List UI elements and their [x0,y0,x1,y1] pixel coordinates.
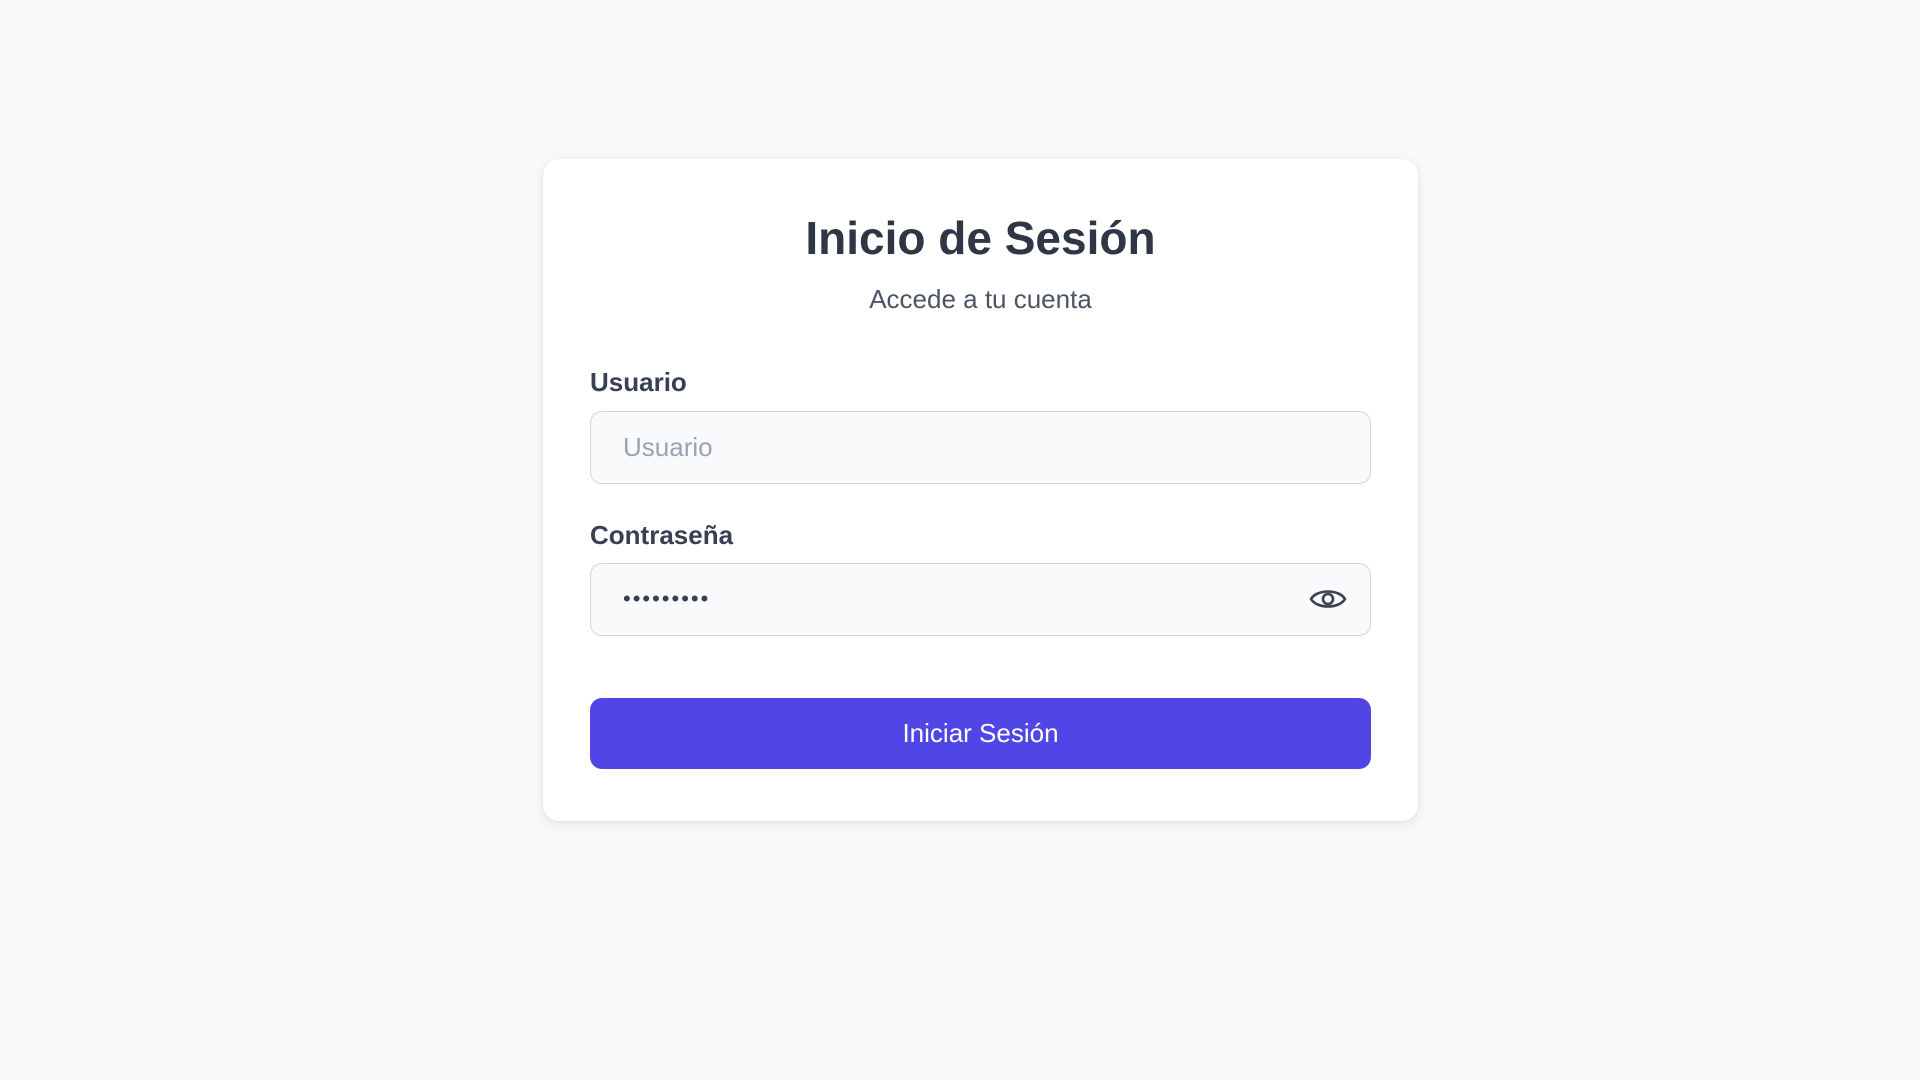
username-label: Usuario [590,367,687,398]
page-title: Inicio de Sesión [805,212,1156,264]
password-input[interactable] [590,562,1371,636]
login-card: Inicio de Sesión Accede a tu cuenta Usua… [543,159,1418,821]
show-password-toggle[interactable] [1307,578,1349,620]
login-submit-button[interactable]: Iniciar Sesión [590,697,1371,769]
password-label: Contraseña [590,519,734,550]
page-subtitle: Accede a tu cuenta [869,284,1092,315]
page: Inicio de Sesión Accede a tu cuenta Usua… [0,0,1920,1080]
password-field-wrapper [590,562,1371,636]
username-field-wrapper [590,410,1371,484]
username-input[interactable] [590,410,1371,484]
eye-icon [1309,590,1347,609]
